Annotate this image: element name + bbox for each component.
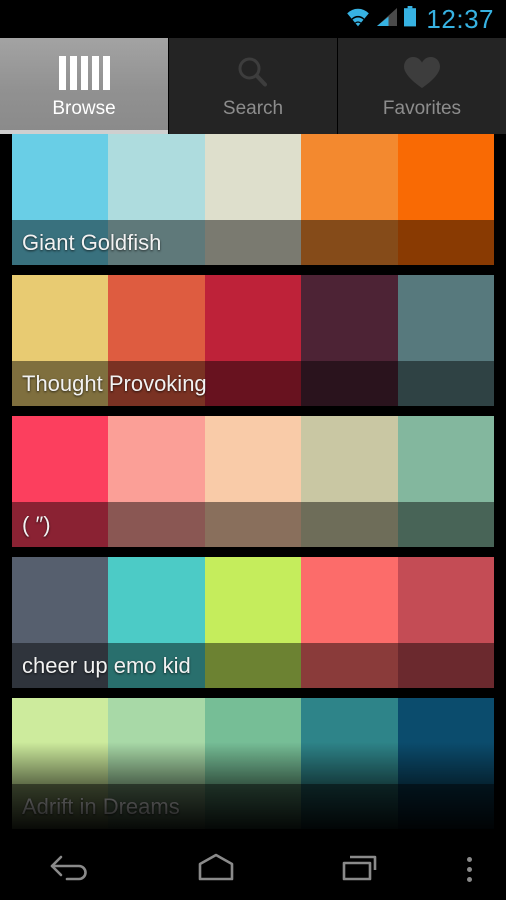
palette-label-band: cheer up emo kid: [12, 643, 494, 688]
search-icon: [234, 52, 272, 94]
recents-icon: [333, 850, 387, 889]
palette-row[interactable]: Thought Provoking: [12, 275, 494, 406]
palette-name: ( ″): [22, 511, 51, 537]
palette-list[interactable]: Giant Goldfish Thought Provoking (″) ch…: [0, 134, 506, 838]
status-bar: 12:37: [0, 0, 506, 38]
app-screen: 12:37 Browse Search Favorites Giant Gold…: [0, 0, 506, 900]
palette-row[interactable]: Adrift in Dreams: [12, 698, 494, 829]
palette-label-band: ( ″): [12, 502, 494, 547]
tab-browse[interactable]: Browse: [0, 38, 169, 134]
palette-row[interactable]: Giant Goldfish: [12, 134, 494, 265]
overflow-button[interactable]: [432, 838, 506, 900]
tab-browse-label: Browse: [52, 98, 116, 119]
wifi-icon: [345, 7, 371, 32]
overflow-menu-icon: [466, 856, 472, 882]
palette-row[interactable]: ( ″): [12, 416, 494, 547]
tab-bar: Browse Search Favorites: [0, 38, 506, 134]
tab-favorites-label: Favorites: [382, 98, 462, 119]
back-button[interactable]: [0, 838, 144, 900]
cellular-signal-icon: [376, 7, 398, 32]
recents-button[interactable]: [288, 838, 432, 900]
navigation-bar: [0, 838, 506, 900]
palette-row[interactable]: cheer up emo kid: [12, 557, 494, 688]
battery-icon: [403, 6, 417, 32]
palette-name: Thought Provoking: [22, 370, 207, 396]
tab-search-label: Search: [222, 98, 284, 119]
home-button[interactable]: [144, 838, 288, 900]
status-icon-group: [345, 6, 417, 32]
palette-name: Giant Goldfish: [22, 229, 162, 255]
palette-bars-icon: [58, 52, 110, 94]
home-icon: [188, 850, 244, 889]
palette-name: cheer up emo kid: [22, 652, 191, 678]
palette-label-band: Giant Goldfish: [12, 220, 494, 265]
palette-label-band: Thought Provoking: [12, 361, 494, 406]
back-arrow-icon: [47, 850, 97, 889]
status-clock: 12:37: [426, 4, 494, 34]
tab-favorites[interactable]: Favorites: [338, 38, 506, 134]
palette-name: Adrift in Dreams: [22, 793, 180, 819]
tab-search[interactable]: Search: [169, 38, 338, 134]
palette-label-band: Adrift in Dreams: [12, 784, 494, 829]
heart-icon: [402, 52, 442, 94]
